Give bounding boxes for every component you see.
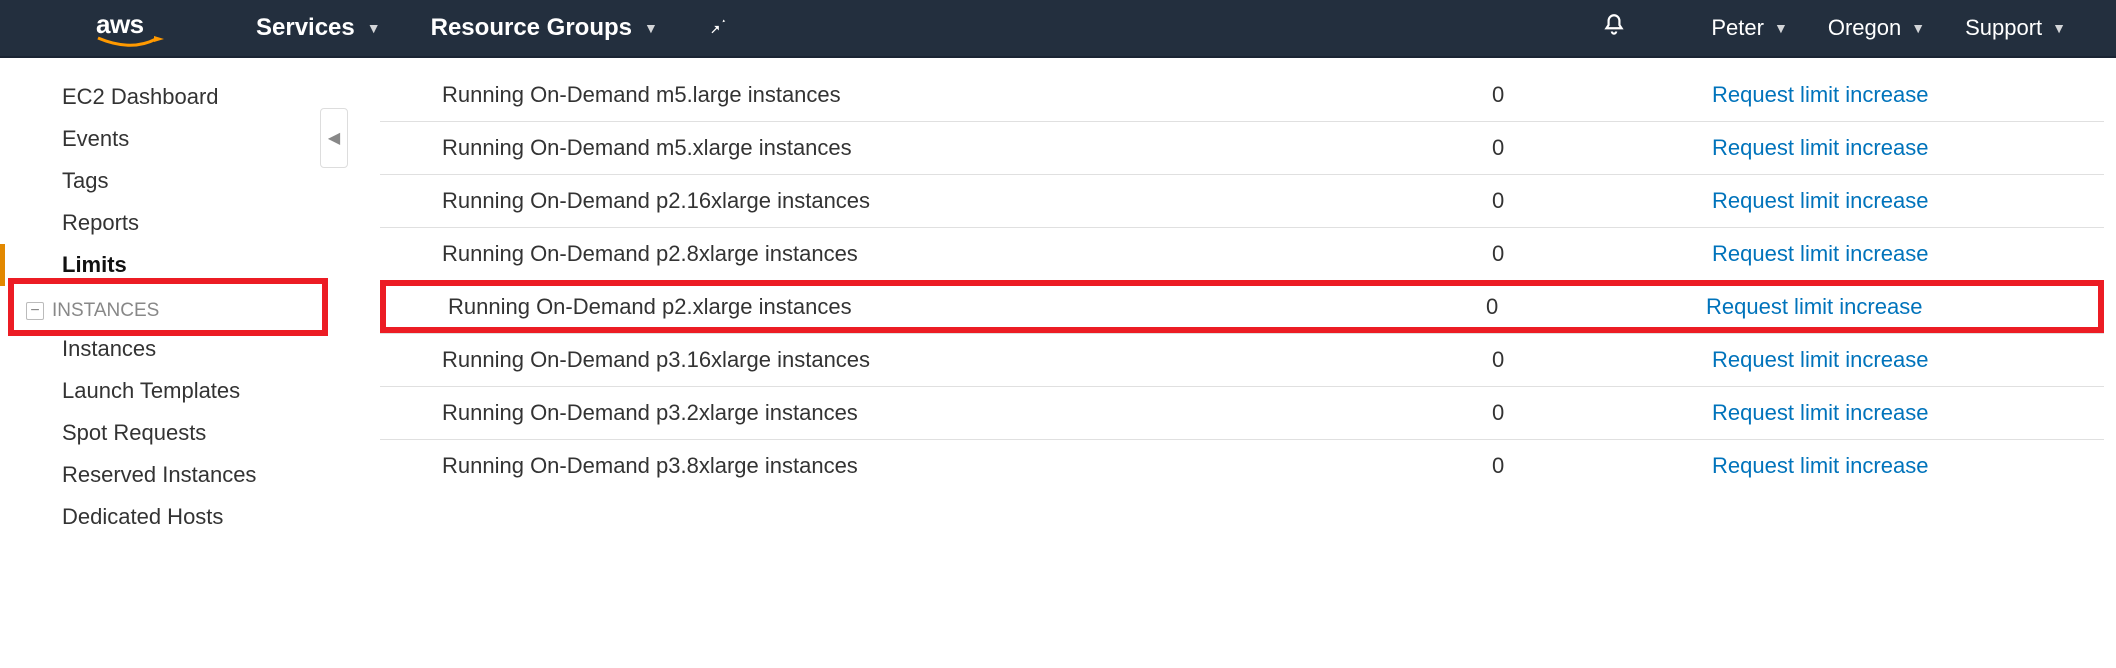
limit-value: 0: [1492, 453, 1712, 479]
sidebar-item-spot-requests[interactable]: Spot Requests: [0, 412, 340, 454]
request-limit-increase-link[interactable]: Request limit increase: [1712, 135, 2092, 161]
services-menu[interactable]: Services ▼: [256, 14, 381, 42]
top-nav: aws Services ▼ Resource Groups ▼ Peter ▼…: [0, 0, 2116, 58]
limit-value: 0: [1492, 82, 1712, 108]
limit-name: Running On-Demand p3.2xlarge instances: [392, 400, 1492, 426]
sidebar-collapse-handle[interactable]: ◀: [320, 108, 348, 168]
limit-value: 0: [1492, 347, 1712, 373]
caret-down-icon: ▼: [2052, 20, 2066, 36]
caret-down-icon: ▼: [1911, 20, 1925, 36]
request-limit-increase-link[interactable]: Request limit increase: [1706, 294, 2086, 320]
caret-down-icon: ▼: [644, 20, 658, 36]
sidebar-item-events[interactable]: Events: [0, 118, 340, 160]
limit-value: 0: [1486, 294, 1706, 320]
table-row: Running On-Demand p2.16xlarge instances0…: [380, 174, 2104, 227]
limit-value: 0: [1492, 400, 1712, 426]
services-label: Services: [256, 14, 355, 42]
limit-name: Running On-Demand m5.xlarge instances: [392, 135, 1492, 161]
request-limit-increase-link[interactable]: Request limit increase: [1712, 188, 2092, 214]
support-label: Support: [1965, 15, 2042, 41]
section-label: INSTANCES: [52, 300, 159, 322]
limit-value: 0: [1492, 188, 1712, 214]
limit-name: Running On-Demand m5.large instances: [392, 82, 1492, 108]
limits-table: Running On-Demand m5.large instances0Req…: [340, 58, 2116, 538]
pin-icon[interactable]: [706, 14, 728, 42]
account-menu[interactable]: Peter ▼: [1711, 15, 1787, 41]
request-limit-increase-link[interactable]: Request limit increase: [1712, 347, 2092, 373]
collapse-icon: −: [26, 302, 44, 320]
sidebar-item-limits[interactable]: Limits: [0, 244, 340, 286]
limit-name: Running On-Demand p2.xlarge instances: [398, 294, 1486, 320]
aws-logo[interactable]: aws: [96, 9, 166, 48]
chevron-left-icon: ◀: [328, 128, 340, 148]
sidebar-item-reports[interactable]: Reports: [0, 202, 340, 244]
caret-down-icon: ▼: [1774, 20, 1788, 36]
resource-groups-menu[interactable]: Resource Groups ▼: [431, 14, 658, 42]
request-limit-increase-link[interactable]: Request limit increase: [1712, 241, 2092, 267]
table-row: Running On-Demand m5.xlarge instances0Re…: [380, 121, 2104, 174]
request-limit-increase-link[interactable]: Request limit increase: [1712, 400, 2092, 426]
request-limit-increase-link[interactable]: Request limit increase: [1712, 453, 2092, 479]
notifications-icon[interactable]: [1601, 12, 1627, 45]
region-label: Oregon: [1828, 15, 1901, 41]
sidebar-item-launch-templates[interactable]: Launch Templates: [0, 370, 340, 412]
sidebar-section-instances[interactable]: − INSTANCES: [0, 286, 340, 328]
table-row: Running On-Demand p3.8xlarge instances0R…: [380, 439, 2104, 492]
limit-name: Running On-Demand p3.8xlarge instances: [392, 453, 1492, 479]
sidebar-item-ec2-dashboard[interactable]: EC2 Dashboard: [0, 76, 340, 118]
support-menu[interactable]: Support ▼: [1965, 15, 2066, 41]
table-row: Running On-Demand p2.xlarge instances0Re…: [380, 280, 2104, 333]
resource-groups-label: Resource Groups: [431, 14, 632, 42]
table-row: Running On-Demand p2.8xlarge instances0R…: [380, 227, 2104, 280]
sidebar-item-reserved-instances[interactable]: Reserved Instances: [0, 454, 340, 496]
sidebar-item-tags[interactable]: Tags: [0, 160, 340, 202]
limit-name: Running On-Demand p2.16xlarge instances: [392, 188, 1492, 214]
limit-value: 0: [1492, 135, 1712, 161]
limit-name: Running On-Demand p2.8xlarge instances: [392, 241, 1492, 267]
sidebar-item-dedicated-hosts[interactable]: Dedicated Hosts: [0, 496, 340, 538]
sidebar: ◀ EC2 Dashboard Events Tags Reports Limi…: [0, 58, 340, 538]
sidebar-item-instances[interactable]: Instances: [0, 328, 340, 370]
table-row: Running On-Demand p3.16xlarge instances0…: [380, 333, 2104, 386]
user-label: Peter: [1711, 15, 1764, 41]
caret-down-icon: ▼: [367, 20, 381, 36]
table-row: Running On-Demand p3.2xlarge instances0R…: [380, 386, 2104, 439]
request-limit-increase-link[interactable]: Request limit increase: [1712, 82, 2092, 108]
limit-value: 0: [1492, 241, 1712, 267]
table-row: Running On-Demand m5.large instances0Req…: [380, 68, 2104, 121]
limit-name: Running On-Demand p3.16xlarge instances: [392, 347, 1492, 373]
region-menu[interactable]: Oregon ▼: [1828, 15, 1925, 41]
